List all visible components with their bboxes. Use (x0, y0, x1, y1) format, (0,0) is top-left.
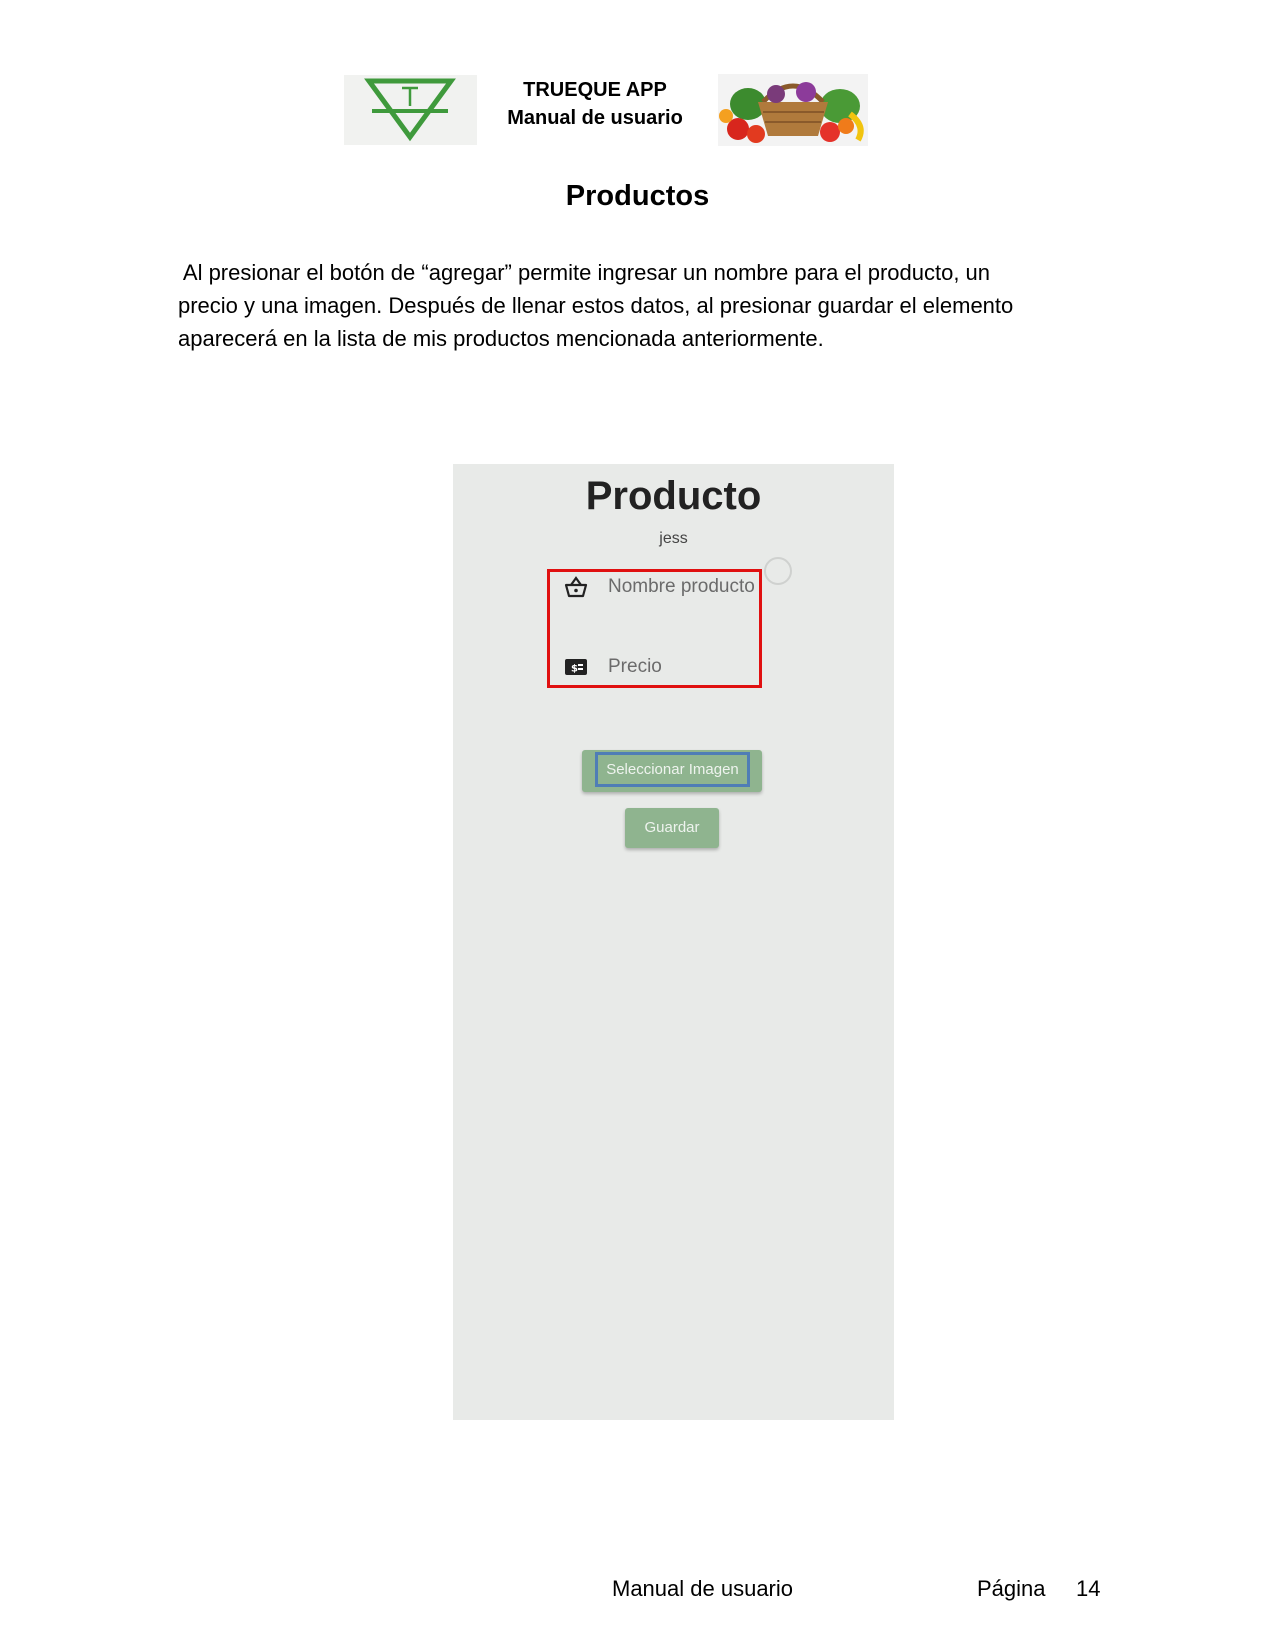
paragraph-line: precio y una imagen. Después de llenar e… (178, 293, 1014, 318)
username-label: jess (659, 530, 688, 547)
price-field[interactable]: $ Precio (564, 656, 662, 678)
manual-subtitle: Manual de usuario (507, 107, 683, 129)
footer-page-label: Página (977, 1576, 1046, 1601)
footer-manual-label: Manual de usuario (612, 1576, 794, 1601)
svg-text:$: $ (571, 664, 578, 675)
section-title: Productos (565, 180, 710, 212)
product-name-placeholder: Nombre producto (608, 576, 755, 597)
paragraph-line: aparecerá en la lista de mis productos m… (178, 326, 824, 351)
screen-title: Producto (585, 474, 762, 518)
select-image-label: Seleccionar Imagen (595, 752, 750, 787)
trueque-logo (344, 75, 477, 145)
fruit-basket-image (718, 74, 868, 146)
app-name: TRUEQUE APP (523, 79, 667, 101)
paragraph-line: Al presionar el botón de “agregar” permi… (178, 260, 991, 285)
app-screenshot: Producto jess Nombre producto $ Precio S… (453, 464, 894, 1420)
loading-ring-icon (764, 557, 792, 585)
product-name-field[interactable]: Nombre producto (564, 576, 755, 598)
save-button[interactable]: Guardar (625, 808, 719, 848)
fruit-basket-icon (719, 82, 864, 143)
price-placeholder: Precio (608, 656, 662, 677)
select-image-button[interactable]: Seleccionar Imagen (582, 750, 762, 792)
description-paragraph: Al presionar el botón de “agregar” permi… (178, 256, 1078, 355)
price-tag-icon: $ (565, 659, 587, 675)
trueque-triangle-logo-icon (364, 78, 456, 142)
document-header: TRUEQUE APP Manual de usuario (480, 76, 710, 132)
footer-page-number: 14 (1076, 1576, 1101, 1601)
basket-icon (564, 576, 588, 598)
